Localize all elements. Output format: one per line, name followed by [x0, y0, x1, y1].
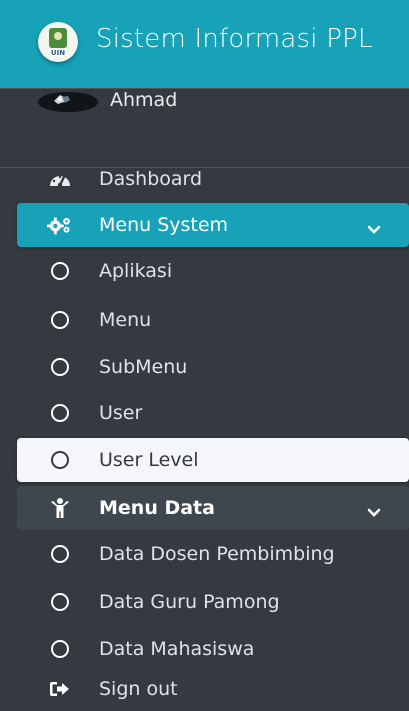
- nav-data-mahasiswa[interactable]: Data Mahasiswa: [17, 627, 409, 671]
- nav-menu-system-label: Menu System: [99, 214, 229, 236]
- nav-user-level[interactable]: User Level: [17, 438, 409, 482]
- svg-text:UIN: UIN: [51, 49, 65, 57]
- circle-outline-icon: [47, 589, 73, 615]
- nav-submenu[interactable]: SubMenu: [17, 345, 409, 389]
- child-icon: [47, 495, 73, 521]
- nav-menu-data[interactable]: Menu Data: [17, 486, 409, 530]
- brand-title: Sistem Informasi PPL: [96, 24, 373, 54]
- nav-data-guru[interactable]: Data Guru Pamong: [17, 580, 409, 624]
- nav-data-guru-label: Data Guru Pamong: [99, 591, 280, 613]
- chevron-down-icon: [367, 503, 381, 517]
- cogs-icon: [47, 212, 73, 238]
- brand-logo: UIN: [38, 22, 78, 62]
- sign-out-icon: [47, 676, 73, 702]
- nav-menu-label: Menu: [99, 309, 152, 331]
- brand-header[interactable]: UIN Sistem Informasi PPL: [0, 0, 409, 89]
- circle-outline-icon: [47, 258, 73, 284]
- nav-data-dosen-label: Data Dosen Pembimbing: [99, 543, 335, 565]
- nav-user[interactable]: User: [17, 391, 409, 435]
- nav-aplikasi[interactable]: Aplikasi: [17, 249, 409, 293]
- circle-outline-icon: [47, 307, 73, 333]
- nav-dashboard-label: Dashboard: [99, 168, 203, 190]
- avatar: [38, 92, 98, 112]
- circle-outline-icon: [47, 447, 73, 473]
- nav-user-level-label: User Level: [99, 449, 199, 471]
- circle-outline-icon: [47, 541, 73, 567]
- nav-data-mahasiswa-label: Data Mahasiswa: [99, 638, 255, 660]
- circle-outline-icon: [47, 636, 73, 662]
- nav-sign-out[interactable]: Sign out: [17, 667, 409, 711]
- nav-dashboard[interactable]: Dashboard: [17, 157, 409, 201]
- nav-aplikasi-label: Aplikasi: [99, 260, 173, 282]
- circle-outline-icon: [47, 400, 73, 426]
- nav-menu[interactable]: Menu: [17, 298, 409, 342]
- nav-menu-system[interactable]: Menu System: [17, 203, 409, 247]
- nav-user-label: User: [99, 402, 143, 424]
- circle-outline-icon: [47, 354, 73, 380]
- nav-submenu-label: SubMenu: [99, 356, 188, 378]
- nav-sign-out-label: Sign out: [99, 678, 178, 700]
- nav-data-dosen[interactable]: Data Dosen Pembimbing: [17, 532, 409, 576]
- user-name[interactable]: Ahmad: [110, 89, 177, 111]
- tachometer-icon: [47, 166, 73, 192]
- nav-menu-data-label: Menu Data: [99, 497, 215, 519]
- chevron-down-icon: [367, 220, 381, 234]
